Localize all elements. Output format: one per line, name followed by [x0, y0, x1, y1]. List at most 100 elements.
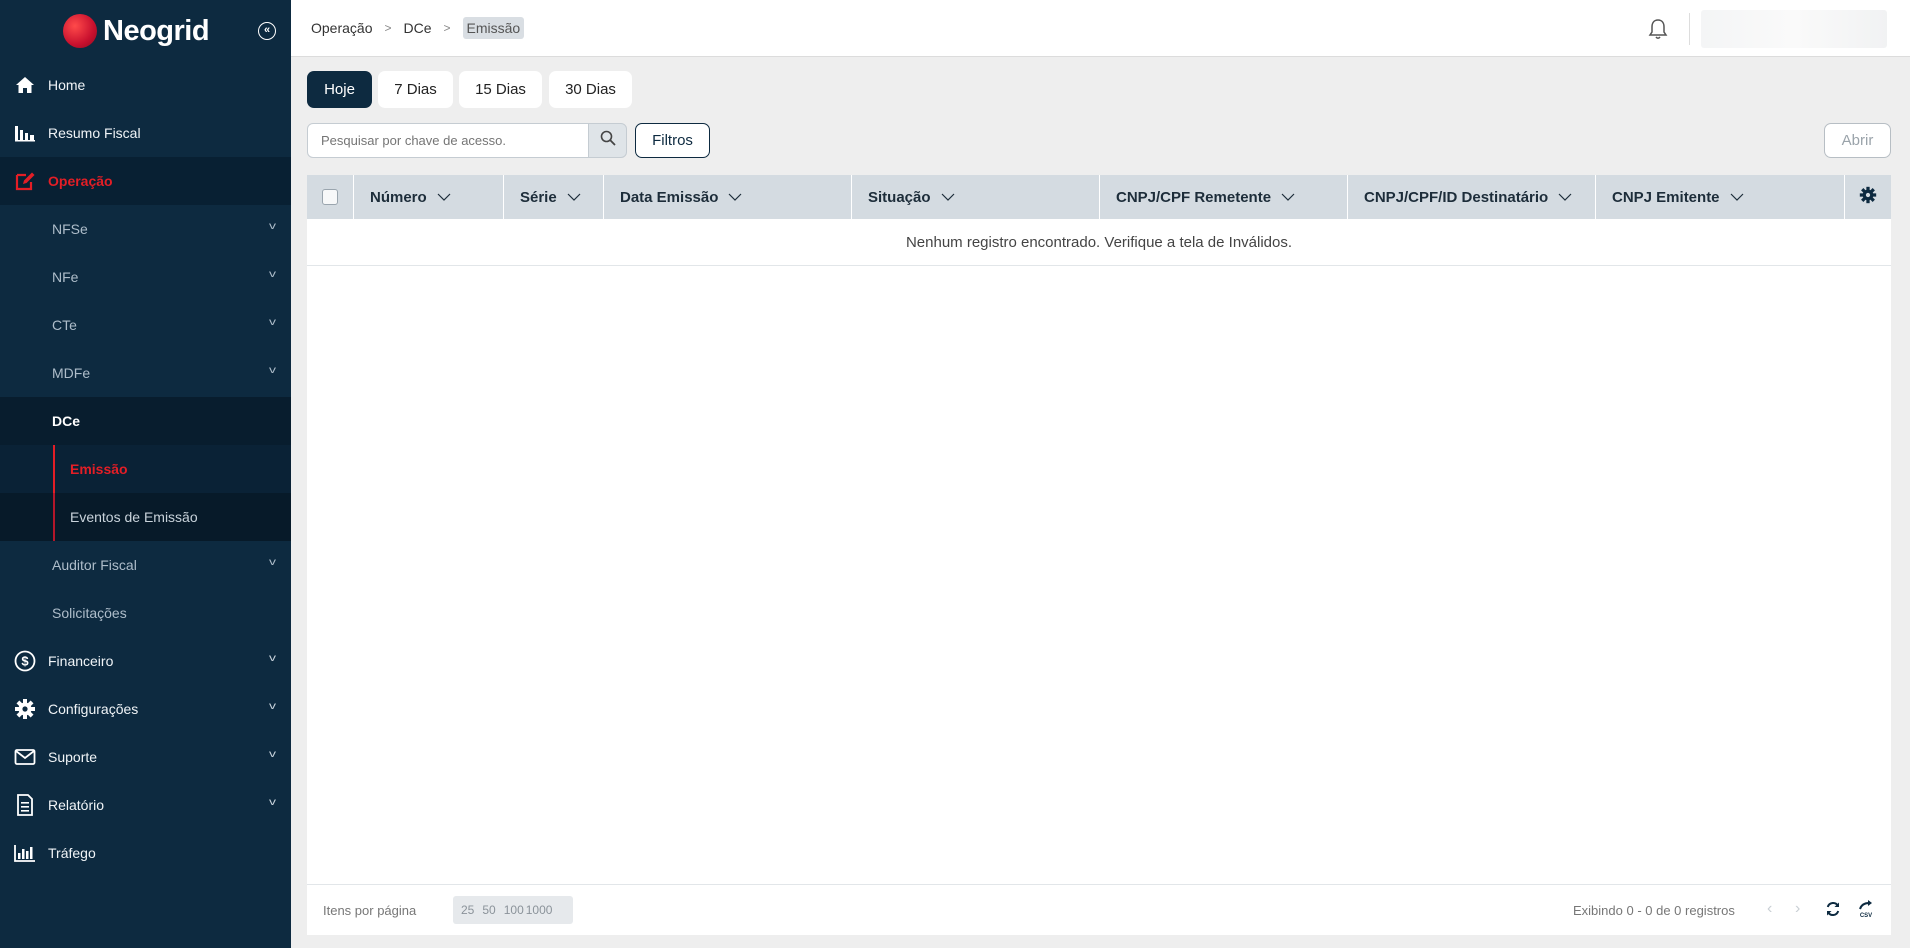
column-label: Série: [520, 188, 557, 206]
column-header-numero[interactable]: Número: [354, 175, 504, 219]
previous-page-icon[interactable]: ‹: [1767, 900, 1772, 918]
sidebar-subitem-emissao[interactable]: Emissão: [0, 445, 291, 493]
chevron-down-icon: [567, 193, 581, 201]
chevron-down-icon: v: [269, 269, 276, 280]
dollar-circle-icon: $: [14, 650, 36, 672]
sidebar-subitem-label: MDFe: [52, 365, 91, 381]
column-label: CNPJ Emitente: [1612, 188, 1720, 206]
sidebar-item-trafego[interactable]: Tráfego: [0, 829, 291, 877]
column-header-serie[interactable]: Série: [504, 175, 604, 219]
tab-15-dias[interactable]: 15 Dias: [459, 71, 542, 108]
sidebar-subitem-label: DCe: [52, 413, 81, 429]
tab-7-dias[interactable]: 7 Dias: [378, 71, 453, 108]
sidebar-item-resumo-fiscal[interactable]: Resumo Fiscal: [0, 109, 291, 157]
top-bar: Operação > DCe > Emissão: [291, 0, 1910, 57]
page-size-option[interactable]: 1000: [526, 903, 553, 917]
refresh-icon[interactable]: [1825, 901, 1841, 920]
empty-state-message: Nenhum registro encontrado. Verifique a …: [307, 219, 1891, 266]
column-label: Número: [370, 188, 427, 206]
sidebar-item-suporte[interactable]: Suporte v: [0, 733, 291, 781]
sidebar-item-home[interactable]: Home: [0, 61, 291, 109]
sidebar-subitem-label: Eventos de Emissão: [70, 509, 198, 525]
sidebar-item-label: Configurações: [48, 701, 139, 717]
sidebar-subitem-cte[interactable]: CTe v: [0, 301, 291, 349]
page-size-option[interactable]: 50: [482, 903, 495, 917]
header-divider: [1689, 13, 1690, 45]
sidebar-subitem-auditor-fiscal[interactable]: Auditor Fiscal v: [0, 541, 291, 589]
chevron-down-icon: v: [269, 317, 276, 328]
breadcrumb: Operação > DCe > Emissão: [311, 17, 525, 39]
sidebar-subitem-solicitacoes[interactable]: Solicitações: [0, 589, 291, 637]
grid-footer: Itens por página 25 50 100 1000 Exibindo…: [307, 884, 1891, 935]
column-header-cnpj-destinatario[interactable]: CNPJ/CPF/ID Destinatário: [1348, 175, 1596, 219]
column-header-cnpj-emitente[interactable]: CNPJ Emitente: [1596, 175, 1845, 219]
sidebar-subitem-nfse[interactable]: NFSe v: [0, 205, 291, 253]
breadcrumb-current: Emissão: [462, 17, 525, 39]
sidebar-subitem-eventos-emissao[interactable]: Eventos de Emissão: [0, 493, 291, 541]
chevron-down-icon: v: [269, 557, 276, 568]
edit-icon: [14, 170, 36, 192]
open-button[interactable]: Abrir: [1824, 123, 1891, 158]
column-header-situacao[interactable]: Situação: [852, 175, 1100, 219]
data-grid: Número Série Data Emissão Situação CNPJ/…: [307, 175, 1891, 935]
column-settings-button[interactable]: [1845, 175, 1891, 219]
user-menu[interactable]: [1701, 10, 1887, 48]
sidebar-item-label: Home: [48, 77, 86, 93]
gear-icon: [1859, 186, 1877, 209]
column-header-cnpj-remetente[interactable]: CNPJ/CPF Remetente: [1100, 175, 1348, 219]
select-all-cell: [307, 175, 354, 219]
svg-text:CSV: CSV: [1860, 913, 1872, 918]
column-label: Situação: [868, 188, 931, 206]
next-page-icon[interactable]: ›: [1795, 900, 1800, 918]
column-header-data-emissao[interactable]: Data Emissão: [604, 175, 852, 219]
sidebar-subitem-label: NFe: [52, 269, 79, 285]
search-button[interactable]: [588, 123, 627, 158]
search-input[interactable]: [307, 123, 589, 158]
search-icon: [600, 130, 616, 151]
sidebar-item-label: Resumo Fiscal: [48, 125, 141, 141]
sidebar-item-operacao[interactable]: Operação: [0, 157, 291, 205]
sidebar-item-configuracoes[interactable]: Configurações v: [0, 685, 291, 733]
sidebar-item-label: Tráfego: [48, 845, 96, 861]
sidebar-subitem-label: NFSe: [52, 221, 88, 237]
traffic-chart-icon: [14, 842, 36, 864]
sidebar-subitem-nfe[interactable]: NFe v: [0, 253, 291, 301]
filters-button[interactable]: Filtros: [635, 123, 710, 158]
breadcrumb-item[interactable]: Operação: [311, 20, 372, 36]
breadcrumb-separator-icon: >: [443, 21, 451, 35]
csv-export-icon[interactable]: CSV: [1857, 900, 1875, 921]
chevron-down-icon: [1281, 193, 1295, 201]
page-size-option[interactable]: 25: [461, 903, 474, 917]
tab-hoje[interactable]: Hoje: [307, 71, 372, 108]
brand-logo[interactable]: Neogrid: [63, 14, 210, 48]
collapse-sidebar-icon[interactable]: «: [258, 22, 276, 40]
select-all-checkbox[interactable]: [322, 189, 338, 205]
column-label: CNPJ/CPF Remetente: [1116, 188, 1272, 206]
page-size-option[interactable]: 100: [504, 903, 524, 917]
svg-text:$: $: [21, 654, 29, 669]
chevron-down-icon: v: [269, 221, 276, 232]
chevron-down-icon: [1558, 193, 1572, 201]
sidebar-subitem-dce[interactable]: DCe: [0, 397, 291, 445]
sidebar-subitem-label: Emissão: [70, 461, 128, 477]
chevron-down-icon: [941, 193, 954, 201]
chevron-down-icon: [728, 193, 742, 201]
chevron-down-icon: v: [269, 653, 276, 664]
sidebar-item-financeiro[interactable]: $ Financeiro v: [0, 637, 291, 685]
per-page-label: Itens por página: [323, 903, 417, 918]
bell-icon[interactable]: [1648, 18, 1668, 45]
sidebar-item-relatorio[interactable]: Relatório v: [0, 781, 291, 829]
sidebar-item-label: Relatório: [48, 797, 105, 813]
column-label: Data Emissão: [620, 188, 719, 206]
logo-mark-icon: [63, 14, 97, 48]
tree-line: [53, 493, 55, 541]
sidebar-subitem-label: Solicitações: [52, 605, 127, 621]
gear-icon: [14, 698, 36, 720]
sidebar-header: Neogrid «: [0, 0, 291, 62]
sidebar: Neogrid « Home Resumo Fiscal Operação NF…: [0, 0, 291, 948]
sidebar-subitem-mdfe[interactable]: MDFe v: [0, 349, 291, 397]
breadcrumb-item[interactable]: DCe: [404, 20, 432, 36]
bar-chart-icon: [14, 122, 36, 144]
sidebar-subitem-label: CTe: [52, 317, 77, 333]
tab-30-dias[interactable]: 30 Dias: [549, 71, 632, 108]
